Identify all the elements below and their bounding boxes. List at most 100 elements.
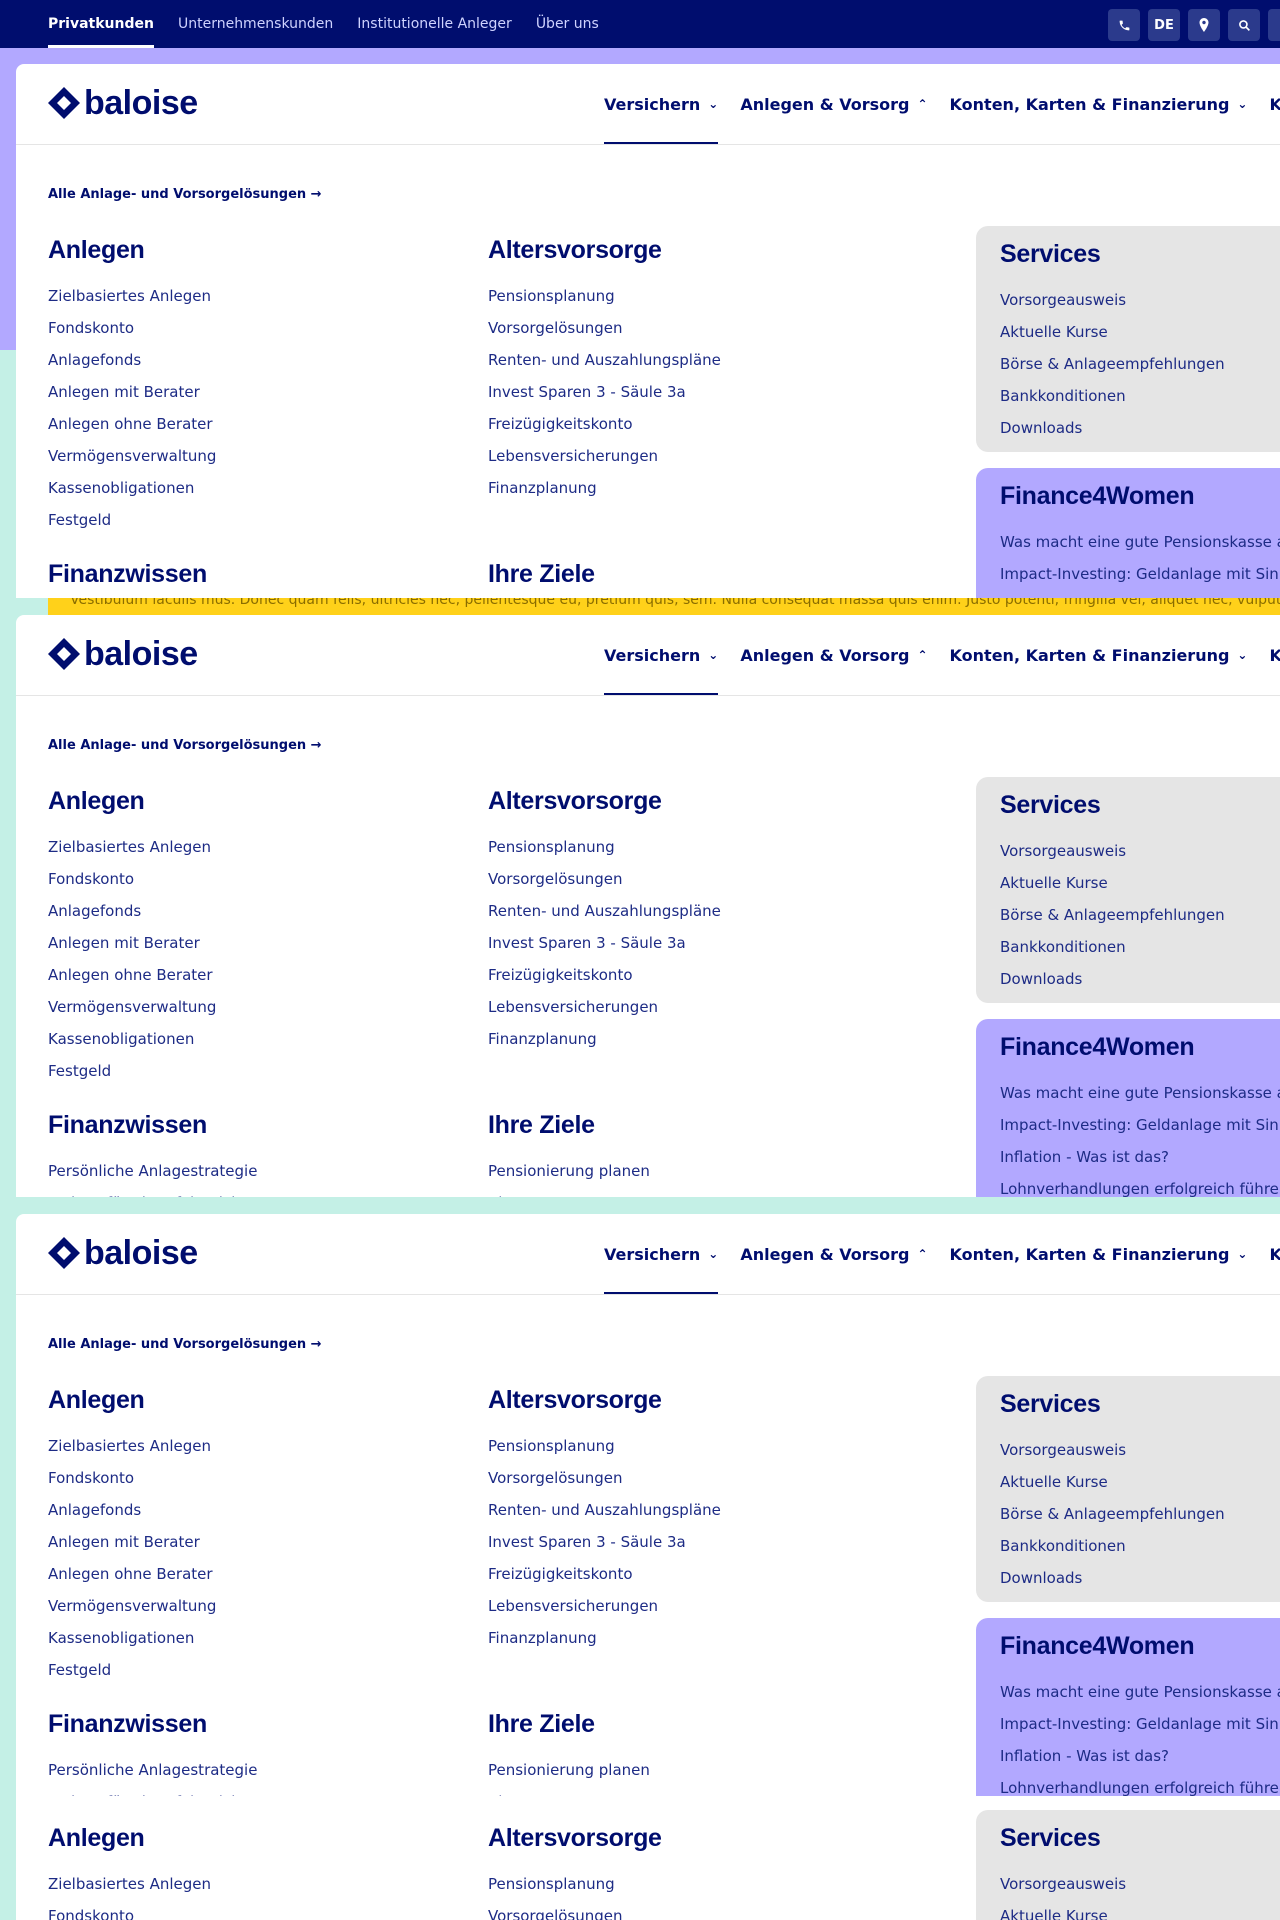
menu-link[interactable]: Inflation - Was ist das? — [1000, 1141, 1280, 1173]
menu-link[interactable]: Lohnverhandlungen erfolgreich führen — [1000, 1173, 1280, 1197]
menu-link[interactable]: Downloads — [1000, 963, 1280, 995]
menu-link[interactable]: Vermögensverwaltung — [48, 1590, 216, 1622]
menu-link[interactable]: Impact-Investing: Geldanlage mit Sinn — [1000, 1109, 1280, 1141]
nav-versichern[interactable]: Versichern ⌄ — [604, 64, 719, 144]
nav-kontakt[interactable]: Kontakt & Se — [1269, 1214, 1280, 1294]
nav-anlegen-vorsorge[interactable]: Anlegen & Vorsorg ⌃ — [740, 1214, 927, 1294]
nav-konten-karten[interactable]: Konten, Karten & Finanzierung ⌄ — [950, 615, 1248, 695]
menu-link[interactable]: Anlegen ohne Berater — [48, 1558, 216, 1590]
menu-link[interactable]: Downloads — [1000, 412, 1280, 444]
menu-link[interactable]: Downloads — [1000, 1562, 1280, 1594]
menu-link[interactable]: Invest Sparen 3 - Säule 3a — [488, 927, 721, 959]
menu-link[interactable]: Lebensversicherungen — [488, 440, 721, 472]
menu-link[interactable]: Vorsorgeausweis — [1000, 284, 1280, 316]
menu-link[interactable]: Als E — [488, 1187, 650, 1197]
menu-link[interactable]: Freizügigkeitskonto — [488, 1558, 721, 1590]
menu-link[interactable]: Zielbasiertes Anlegen — [48, 1868, 211, 1900]
menu-link[interactable]: Pensionsplanung — [488, 1868, 662, 1900]
nav-versichern[interactable]: Versichern ⌄ — [604, 615, 719, 695]
baloise-logo[interactable]: baloise — [48, 1236, 198, 1270]
nav-anlegen-vorsorge[interactable]: Anlegen & Vorsorg ⌃ — [740, 64, 927, 144]
menu-link[interactable]: Kassenobligationen — [48, 472, 216, 504]
menu-link[interactable]: Vorsorgeausweis — [1000, 1868, 1280, 1900]
all-solutions-link[interactable]: Alle Anlage- und Vorsorgelösungen → — [48, 738, 322, 753]
nav-kontakt[interactable]: Kontakt & Se — [1269, 64, 1280, 144]
menu-link[interactable]: Kassenobligationen — [48, 1622, 216, 1654]
menu-link[interactable]: 5 Tipps für ein erfolgreiches V — [48, 1187, 273, 1197]
menu-link[interactable]: Bankkonditionen — [1000, 931, 1280, 963]
menu-link[interactable]: Börse & Anlageempfehlungen — [1000, 1498, 1280, 1530]
toplink-privatkunden[interactable]: Privatkunden — [48, 0, 154, 48]
menu-link[interactable]: Anlegen mit Berater — [48, 376, 216, 408]
menu-link[interactable]: Vorsorgeausweis — [1000, 835, 1280, 867]
menu-link[interactable]: Pensionierung planen — [488, 1754, 650, 1786]
all-solutions-link[interactable]: Alle Anlage- und Vorsorgelösungen → — [48, 1337, 322, 1352]
menu-link[interactable]: Festgeld — [48, 1055, 216, 1087]
phone-icon[interactable] — [1108, 9, 1140, 41]
search-icon[interactable] — [1228, 9, 1260, 41]
baloise-logo[interactable]: baloise — [48, 86, 198, 120]
menu-link[interactable]: Anlagefonds — [48, 895, 216, 927]
menu-link[interactable]: Anlegen ohne Berater — [48, 959, 216, 991]
menu-link[interactable]: Bankkonditionen — [1000, 380, 1280, 412]
menu-link[interactable]: Freizügigkeitskonto — [488, 959, 721, 991]
menu-link[interactable]: Invest Sparen 3 - Säule 3a — [488, 376, 721, 408]
menu-link[interactable]: Börse & Anlageempfehlungen — [1000, 899, 1280, 931]
location-pin-icon[interactable] — [1188, 9, 1220, 41]
menu-link[interactable]: Zielbasiertes Anlegen — [48, 831, 216, 863]
menu-link[interactable]: Kassenobligationen — [48, 1023, 216, 1055]
menu-link[interactable]: Vorsorgelösungen — [488, 1900, 662, 1920]
toplink-institutionelle-anleger[interactable]: Institutionelle Anleger — [357, 0, 512, 48]
menu-link[interactable]: Vermögensverwaltung — [48, 440, 216, 472]
menu-link[interactable]: Fondskonto — [48, 1900, 211, 1920]
toplink-ueber-uns[interactable]: Über uns — [536, 0, 599, 48]
menu-link[interactable]: Vermögensverwaltung — [48, 991, 216, 1023]
menu-link[interactable]: Renten- und Auszahlungspläne — [488, 895, 721, 927]
menu-link[interactable]: Aktuelle Kurse — [1000, 867, 1280, 899]
menu-link[interactable]: Anlagefonds — [48, 1494, 216, 1526]
menu-link[interactable]: 5 Tipps für ein erfolgreiches V — [48, 1786, 273, 1796]
menu-link[interactable]: Persönliche Anlagestrategie — [48, 1155, 273, 1187]
menu-link[interactable]: Aktuelle Kurse — [1000, 1466, 1280, 1498]
menu-link[interactable]: Börse & Anlageempfehlungen — [1000, 348, 1280, 380]
menu-link[interactable]: Aktuelle Kurse — [1000, 1900, 1280, 1920]
menu-link[interactable]: Persönliche Anlagestrategie — [48, 1754, 273, 1786]
nav-anlegen-vorsorge[interactable]: Anlegen & Vorsorg ⌃ — [740, 615, 927, 695]
nav-konten-karten[interactable]: Konten, Karten & Finanzierung ⌄ — [950, 64, 1248, 144]
menu-link[interactable]: Aktuelle Kurse — [1000, 316, 1280, 348]
menu-link[interactable]: Lebensversicherungen — [488, 1590, 721, 1622]
menu-link[interactable]: Vorsorgelösungen — [488, 1462, 721, 1494]
menu-link[interactable]: Pensionsplanung — [488, 1430, 721, 1462]
toplink-unternehmenskunden[interactable]: Unternehmenskunden — [178, 0, 333, 48]
menu-link[interactable]: Renten- und Auszahlungspläne — [488, 1494, 721, 1526]
menu-link[interactable]: Fondskonto — [48, 863, 216, 895]
menu-link[interactable]: Finanzplanung — [488, 472, 721, 504]
menu-link[interactable]: Bankkonditionen — [1000, 1530, 1280, 1562]
menu-link[interactable]: Finanzplanung — [488, 1023, 721, 1055]
nav-kontakt[interactable]: Kontakt & Se — [1269, 615, 1280, 695]
menu-link[interactable]: Inflation - Was ist das? — [1000, 1740, 1280, 1772]
menu-link[interactable]: Anlegen ohne Berater — [48, 408, 216, 440]
baloise-logo[interactable]: baloise — [48, 637, 198, 671]
menu-link[interactable]: Anlagefonds — [48, 344, 216, 376]
menu-link[interactable]: Anlegen mit Berater — [48, 927, 216, 959]
menu-link[interactable]: Vorsorgelösungen — [488, 863, 721, 895]
menu-link[interactable]: Zielbasiertes Anlegen — [48, 280, 216, 312]
menu-link[interactable]: Was macht eine gute Pensionskasse a — [1000, 1077, 1280, 1109]
menu-link[interactable]: Pensionsplanung — [488, 280, 721, 312]
nav-versichern[interactable]: Versichern ⌄ — [604, 1214, 719, 1294]
menu-link[interactable]: Was macht eine gute Pensionskasse a — [1000, 526, 1280, 558]
menu-link[interactable]: Renten- und Auszahlungspläne — [488, 344, 721, 376]
all-solutions-link[interactable]: Alle Anlage- und Vorsorgelösungen → — [48, 187, 322, 202]
menu-link[interactable]: Anlegen mit Berater — [48, 1526, 216, 1558]
menu-link[interactable]: Impact-Investing: Geldanlage mit Sinn — [1000, 1708, 1280, 1740]
menu-link[interactable]: Vorsorgelösungen — [488, 312, 721, 344]
menu-link[interactable]: Finanzplanung — [488, 1622, 721, 1654]
menu-link[interactable]: Fondskonto — [48, 312, 216, 344]
menu-link[interactable]: Festgeld — [48, 1654, 216, 1686]
menu-link[interactable]: Invest Sparen 3 - Säule 3a — [488, 1526, 721, 1558]
menu-link[interactable]: Als E — [488, 1786, 650, 1796]
menu-link[interactable]: Festgeld — [48, 504, 216, 536]
nav-konten-karten[interactable]: Konten, Karten & Finanzierung ⌄ — [950, 1214, 1248, 1294]
menu-link[interactable]: Vorsorgeausweis — [1000, 1434, 1280, 1466]
